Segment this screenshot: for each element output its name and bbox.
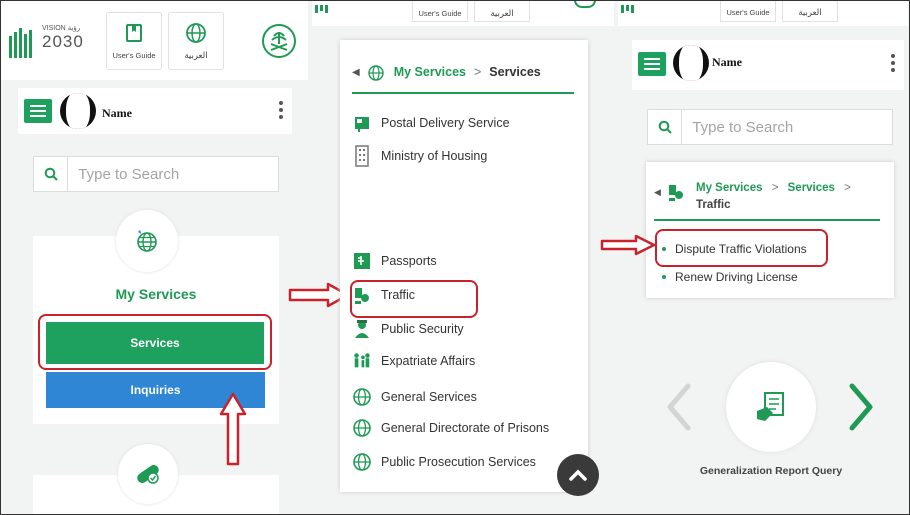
- vision-2030-logo: VISION رؤية 2030: [8, 22, 96, 62]
- vision-year: 2030: [42, 32, 84, 51]
- right-breadcrumb: ◀ My Services > Services > Traffic: [654, 180, 880, 221]
- menu-item-label: Public Prosecution Services: [381, 455, 536, 469]
- breadcrumb-separator: >: [473, 65, 482, 79]
- scroll-to-top-button[interactable]: [557, 454, 599, 496]
- menu-item-public-prosecution[interactable]: Public Prosecution Services: [352, 452, 536, 472]
- right-hamburger-icon[interactable]: [638, 52, 666, 76]
- users-guide-label: User's Guide: [112, 50, 156, 60]
- middle-top-logo: [314, 0, 344, 13]
- middle-breadcrumb: ◀ My Services > Services: [352, 62, 574, 94]
- right-arabic-button[interactable]: العربية: [782, 0, 838, 22]
- arabic-language-button[interactable]: العربية: [168, 12, 224, 70]
- left-hamburger-icon[interactable]: [24, 99, 52, 123]
- breadcrumb-back-icon[interactable]: ◀: [352, 67, 360, 78]
- menu-item-label: Passports: [381, 254, 437, 268]
- right-users-guide-label: User's Guide: [726, 8, 770, 17]
- menu-item-label: Ministry of Housing: [381, 149, 488, 163]
- vision-label: VISION رؤية: [42, 25, 81, 32]
- menu-item-public-security[interactable]: Public Security: [352, 319, 464, 339]
- right-avatar: [673, 45, 709, 81]
- menu-item-label: Public Security: [381, 322, 464, 336]
- generalization-report-icon[interactable]: [726, 362, 816, 452]
- middle-users-guide-button[interactable]: User's Guide: [412, 0, 468, 22]
- carousel-prev-icon[interactable]: [664, 382, 694, 432]
- right-arrow-annotation-2: [600, 234, 656, 256]
- middle-arabic-label: العربية: [490, 8, 514, 18]
- carousel-next-icon[interactable]: [846, 382, 876, 432]
- menu-item-label: General Services: [381, 390, 477, 404]
- my-services-title: My Services: [115, 286, 197, 302]
- saudi-emblem-logo: [262, 24, 296, 58]
- right-breadcrumb-back-icon[interactable]: ◀: [654, 187, 661, 198]
- globe-icon: [352, 452, 372, 472]
- vision-bars-icon: [9, 28, 32, 58]
- breadcrumb-my-services-link[interactable]: My Services: [394, 65, 466, 79]
- building-icon: [352, 145, 372, 167]
- palm-swords-icon: [270, 32, 288, 51]
- arabic-label: العربية: [184, 49, 208, 60]
- right-breadcrumb-separator: >: [771, 182, 779, 194]
- globe-icon: [352, 387, 372, 407]
- traffic-highlight-box: [350, 280, 478, 318]
- right-search-icon[interactable]: [648, 110, 683, 144]
- menu-item-label: General Directorate of Prisons: [381, 421, 550, 435]
- middle-arabic-button[interactable]: العربية: [474, 0, 530, 22]
- officer-icon: [352, 319, 372, 339]
- menu-item-expatriate-affairs[interactable]: Expatriate Affairs: [352, 351, 475, 371]
- renew-driving-license-link[interactable]: Renew Driving License: [662, 270, 798, 284]
- right-breadcrumb-separator-2: >: [844, 182, 851, 194]
- dispute-highlight-box: [655, 229, 828, 267]
- left-avatar: [60, 93, 96, 129]
- right-top-logo: [620, 0, 650, 13]
- book-icon: [126, 23, 142, 42]
- middle-users-guide-label: User's Guide: [418, 9, 462, 18]
- breadcrumb-globe-icon: [368, 65, 384, 81]
- left-search-bar: [33, 156, 279, 192]
- right-search-input[interactable]: [682, 110, 892, 144]
- inquiries-button-label: Inquiries: [130, 383, 181, 397]
- bullet-dot: [662, 275, 666, 279]
- globe-icon: [352, 418, 372, 438]
- right-arabic-label: العربية: [798, 7, 822, 17]
- right-kebab-menu-icon[interactable]: [891, 54, 895, 72]
- menu-item-label: Expatriate Affairs: [381, 354, 476, 368]
- family-icon: [352, 351, 372, 371]
- pill-service-icon: [118, 444, 178, 504]
- left-kebab-menu-icon[interactable]: [279, 101, 283, 119]
- left-search-icon[interactable]: [34, 157, 69, 191]
- right-user-name: Name: [712, 55, 742, 69]
- menu-item-prisons[interactable]: General Directorate of Prisons: [352, 418, 549, 438]
- right-breadcrumb-traffic: Traffic: [696, 199, 731, 211]
- left-search-input[interactable]: [68, 157, 278, 191]
- right-breadcrumb-my-services-link[interactable]: My Services: [696, 182, 763, 194]
- left-user-name: Name: [102, 106, 132, 120]
- chevron-up-icon: [569, 469, 587, 481]
- menu-item-label: Postal Delivery Service: [381, 116, 510, 130]
- my-services-globe-icon: [116, 210, 178, 272]
- breadcrumb-services: Services: [489, 65, 541, 79]
- users-guide-button[interactable]: User's Guide: [106, 12, 162, 70]
- right-search-bar: [647, 109, 893, 145]
- right-breadcrumb-traffic-icon: [669, 185, 683, 201]
- globe-icon: [186, 22, 206, 43]
- services-highlight-box: [38, 314, 272, 370]
- right-breadcrumb-services-link[interactable]: Services: [788, 182, 835, 194]
- renew-driving-license-label: Renew Driving License: [675, 270, 798, 284]
- passport-icon: [352, 251, 372, 271]
- postal-icon: [352, 113, 372, 133]
- menu-item-passports[interactable]: Passports: [352, 251, 437, 271]
- right-users-guide-button[interactable]: User's Guide: [720, 0, 776, 22]
- menu-item-ministry-housing[interactable]: Ministry of Housing: [352, 145, 488, 167]
- menu-item-postal-delivery[interactable]: Postal Delivery Service: [352, 113, 510, 133]
- generalization-report-label: Generalization Report Query: [699, 465, 843, 477]
- up-arrow-annotation: [219, 392, 247, 466]
- menu-item-general-services[interactable]: General Services: [352, 387, 477, 407]
